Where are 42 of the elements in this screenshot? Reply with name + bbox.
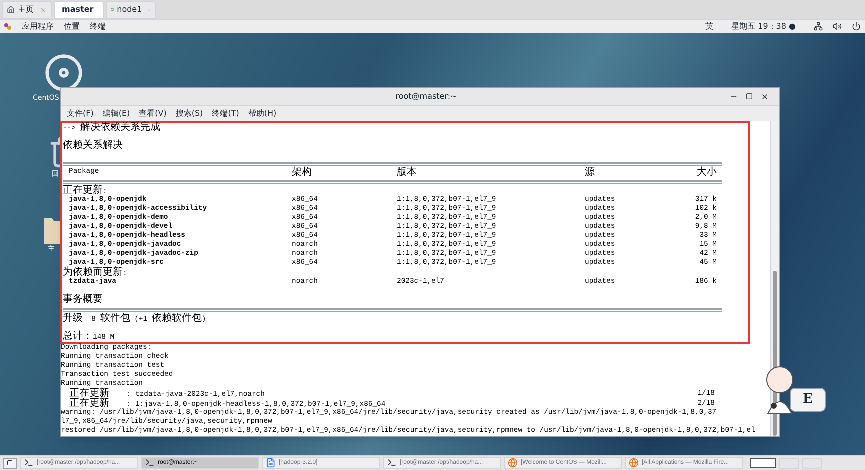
apps-icon [4,22,12,30]
terminal-icon [145,458,155,468]
tab-label: master [62,4,94,16]
panel-menu[interactable]: 位置 [64,20,80,32]
workspace-switcher[interactable] [750,458,776,468]
clock[interactable]: 星期五 19：38 ● [732,20,796,32]
input-method[interactable]: 英 [706,20,714,32]
menu-item[interactable]: 编辑(E) [102,108,130,120]
table-cell-text: 版本 [397,168,418,179]
file-icon [266,458,276,468]
vm-tab[interactable]: node1 [106,1,156,19]
windows-icon [7,460,13,466]
ime-label: E [803,391,813,410]
tab-label: 主页 [18,4,34,16]
menu-item[interactable]: 帮助(H) [248,108,277,120]
menu-item[interactable]: 搜索(S) [176,108,204,120]
vm-tab[interactable]: 主页 [2,1,52,19]
globe-icon [508,458,518,468]
close-icon[interactable] [761,92,770,100]
window-title: root@master:~ [396,90,458,102]
volume-icon[interactable] [833,22,842,31]
home-icon [7,5,15,15]
tab-label: node1 [117,4,142,16]
terminal-icon [24,458,34,468]
table-cell-text: 源 [585,168,596,179]
panel-menu[interactable]: 应用程序 [22,20,54,32]
power-icon[interactable] [852,22,861,31]
ime-badge[interactable]: E [760,356,830,416]
show-desktop-button[interactable] [3,458,17,468]
table-cell-text: 大小 [696,168,717,179]
maximize-icon[interactable] [746,93,754,100]
network-icon[interactable] [814,22,823,31]
table-cell-text: 架构 [292,168,313,179]
terminal-icon [387,458,397,468]
menu-item[interactable]: 查看(V) [139,108,167,120]
terminal-line: 依赖关系解决 [63,141,123,151]
globe-icon [629,458,639,468]
menu-item[interactable]: 文件(F) [67,108,94,120]
vm-tab[interactable]: master [54,1,104,19]
menu-item[interactable]: 终端(T) [212,108,240,120]
panel-menu[interactable]: 终端 [90,20,106,32]
terminal-line: 事务概要 [63,295,103,305]
